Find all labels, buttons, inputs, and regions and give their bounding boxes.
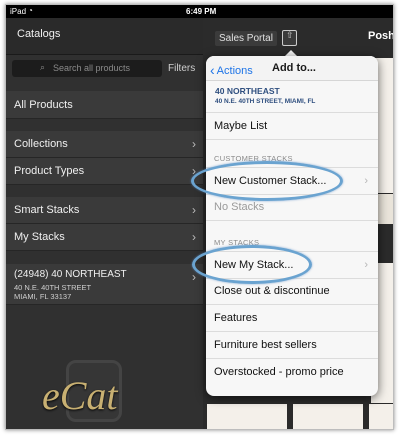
sidebar-item-my-stacks[interactable]: My Stacks ›	[6, 224, 203, 251]
product-tile[interactable]	[207, 404, 287, 429]
chevron-right-icon: ›	[192, 203, 196, 217]
brand-label: Posh	[368, 30, 394, 42]
clock: 6:49 PM	[186, 7, 217, 16]
carrier-label: iPad	[10, 7, 27, 16]
stack-item[interactable]: Overstocked - promo price	[206, 359, 378, 385]
stack-item-label: Furniture best sellers	[214, 339, 317, 351]
chevron-right-icon: ›	[364, 259, 368, 271]
popover-store-address: 40 N.E. 40TH STREET, MIAMI, FL	[215, 98, 316, 105]
stack-item-label: Overstocked - promo price	[214, 366, 344, 378]
highlight-ring-my-stack	[192, 245, 312, 284]
sidebar-item-label: Product Types	[14, 165, 85, 177]
store-address-line1: 40 N.E. 40TH STREET	[14, 283, 92, 292]
popover-store: 40 NORTHEAST 40 N.E. 40TH STREET, MIAMI,…	[215, 86, 315, 105]
highlight-ring-customer-stack	[191, 161, 343, 201]
ecat-logo: eCat	[42, 358, 164, 422]
chevron-right-icon: ›	[364, 175, 368, 187]
sidebar: Catalogs ⌕ Search all products Filters A…	[6, 18, 203, 429]
popover-nav-bar: ‹ Actions Add to...	[206, 56, 378, 81]
stack-item[interactable]: Furniture best sellers	[206, 332, 378, 359]
search-input[interactable]: ⌕ Search all products	[12, 60, 162, 77]
status-bar: iPad ◔ 6:49 PM	[6, 5, 393, 18]
product-tile[interactable]	[369, 404, 393, 429]
filters-button[interactable]: Filters	[168, 63, 195, 74]
chevron-right-icon: ›	[192, 270, 196, 284]
sidebar-item-store[interactable]: (24948) 40 NORTHEAST 40 N.E. 40TH STREET…	[6, 264, 203, 305]
sidebar-item-label: All Products	[14, 99, 73, 111]
stack-item[interactable]: Features	[206, 305, 378, 332]
sidebar-header: Catalogs	[6, 18, 203, 55]
product-tile[interactable]	[293, 404, 363, 429]
add-to-popover: ‹ Actions Add to... 40 NORTHEAST 40 N.E. …	[206, 56, 378, 396]
popover-store-name: 40 NORTHEAST	[215, 86, 280, 96]
stack-item-label: Features	[214, 312, 258, 324]
back-button[interactable]: ‹ Actions	[210, 61, 253, 78]
sidebar-title: Catalogs	[17, 28, 61, 40]
back-label: Actions	[216, 65, 253, 77]
search-icon: ⌕	[40, 62, 46, 72]
ipad-screen: iPad ◔ 6:49 PM Catalogs ⌕ Search all pro…	[5, 4, 394, 430]
stack-item-label: Close out & discontinue	[214, 285, 330, 297]
search-placeholder: Search all products	[53, 63, 131, 73]
sidebar-item-product-types[interactable]: Product Types ›	[6, 158, 203, 185]
logo-text: eCat	[42, 373, 118, 418]
wifi-icon: ◔	[28, 6, 33, 15]
maybe-list-item[interactable]: Maybe List	[206, 112, 378, 140]
maybe-list-label: Maybe List	[214, 120, 268, 132]
chevron-left-icon: ‹	[210, 62, 215, 78]
share-icon[interactable]: ⇧	[282, 30, 297, 46]
sidebar-item-label: Collections	[14, 138, 68, 150]
sidebar-item-all-products[interactable]: All Products	[6, 91, 203, 119]
sidebar-item-label: My Stacks	[14, 231, 65, 243]
sidebar-item-collections[interactable]: Collections ›	[6, 131, 203, 158]
no-stacks-label: No Stacks	[214, 201, 265, 213]
chevron-right-icon: ›	[192, 230, 196, 244]
popover-title: Add to...	[272, 62, 316, 74]
sidebar-item-smart-stacks[interactable]: Smart Stacks ›	[6, 197, 203, 224]
sidebar-item-label: Smart Stacks	[14, 204, 80, 216]
store-address-line2: MIAMI, FL 33137	[14, 292, 72, 301]
store-label: (24948) 40 NORTHEAST	[14, 269, 127, 280]
chevron-right-icon: ›	[192, 137, 196, 151]
sales-portal-button[interactable]: Sales Portal	[215, 31, 277, 46]
